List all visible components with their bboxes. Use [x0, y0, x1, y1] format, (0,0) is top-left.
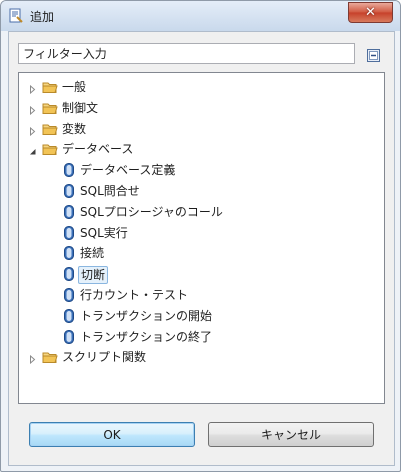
folder-icon	[42, 142, 58, 156]
database-icon	[64, 288, 74, 302]
title-bar: 追加 ✕	[1, 1, 400, 31]
tree-item-command[interactable]: SQL実行	[19, 223, 379, 243]
tree-item-command[interactable]: 接続	[19, 243, 379, 263]
folder-icon	[42, 80, 58, 94]
database-icon	[64, 184, 74, 198]
tree-item-label: データベース	[62, 142, 134, 157]
tree-item-command[interactable]: SQLプロシージャのコール	[19, 202, 379, 222]
app-icon	[9, 8, 23, 23]
collapse-all-icon[interactable]	[367, 49, 380, 62]
tree-item-command[interactable]: 行カウント・テスト	[19, 285, 379, 305]
tree-item-label: 制御文	[62, 100, 99, 115]
window-title: 追加	[30, 10, 55, 24]
close-button[interactable]: ✕	[348, 2, 393, 23]
database-icon	[64, 329, 74, 344]
tree-item-command[interactable]: SQL問合せ	[19, 181, 379, 201]
folder-icon	[42, 350, 58, 364]
tree-item-category[interactable]: 変数	[19, 119, 379, 139]
cancel-button[interactable]: キャンセル	[208, 422, 374, 447]
tree-item-label: スクリプト関数	[62, 350, 147, 365]
tree-item-label: SQL実行	[80, 225, 128, 240]
tree-item-command[interactable]: トランザクションの終了	[19, 327, 379, 347]
tree-item-label: SQL問合せ	[80, 184, 140, 198]
collapsed-arrow-icon[interactable]	[28, 83, 37, 95]
collapsed-arrow-icon[interactable]	[28, 125, 37, 136]
database-icon	[64, 225, 74, 240]
tree-item-category[interactable]: 制御文	[19, 98, 379, 118]
tree-item-label: データベース定義	[80, 163, 176, 178]
expanded-arrow-icon[interactable]	[28, 145, 37, 155]
tree-item-label: 接続	[80, 246, 105, 261]
tree-item-label: 一般	[62, 80, 87, 94]
database-icon	[64, 267, 74, 282]
collapsed-arrow-icon[interactable]	[28, 104, 37, 115]
close-icon: ✕	[365, 5, 376, 20]
dialog-content: 一般制御文変数データベースデータベース定義 SQL問合せ SQLプロシージャのコール…	[8, 31, 395, 466]
command-tree[interactable]: 一般制御文変数データベースデータベース定義 SQL問合せ SQLプロシージャのコール…	[18, 72, 385, 404]
tree-item-category[interactable]: 一般	[19, 77, 379, 97]
add-dialog: 追加 ✕ 一般制御文変数データベースデータベース定義 SQL問合せ SQLプロシージ…	[0, 0, 401, 472]
filter-input[interactable]	[18, 43, 355, 64]
folder-icon	[42, 101, 58, 115]
tree-item-label: 切断	[78, 266, 109, 285]
collapsed-arrow-icon[interactable]	[28, 353, 37, 365]
tree-item-command[interactable]: 切断	[19, 264, 379, 285]
database-icon	[64, 308, 74, 323]
database-icon	[64, 163, 74, 178]
tree-item-label: SQLプロシージャのコール	[80, 204, 223, 219]
folder-icon	[42, 122, 58, 136]
tree-item-label: 行カウント・テスト	[80, 288, 189, 302]
tree-item-category[interactable]: スクリプト関数	[19, 347, 379, 367]
tree-item-command[interactable]: データベース定義	[19, 160, 379, 180]
tree-item-command[interactable]: トランザクションの開始	[19, 306, 379, 326]
database-icon	[64, 246, 74, 261]
tree-item-category[interactable]: データベース	[19, 139, 379, 159]
tree-item-label: 変数	[62, 121, 87, 136]
database-icon	[64, 204, 74, 219]
tree-item-label: トランザクションの開始	[80, 308, 213, 323]
tree-item-label: トランザクションの終了	[80, 329, 213, 344]
ok-button[interactable]: OK	[29, 422, 195, 447]
